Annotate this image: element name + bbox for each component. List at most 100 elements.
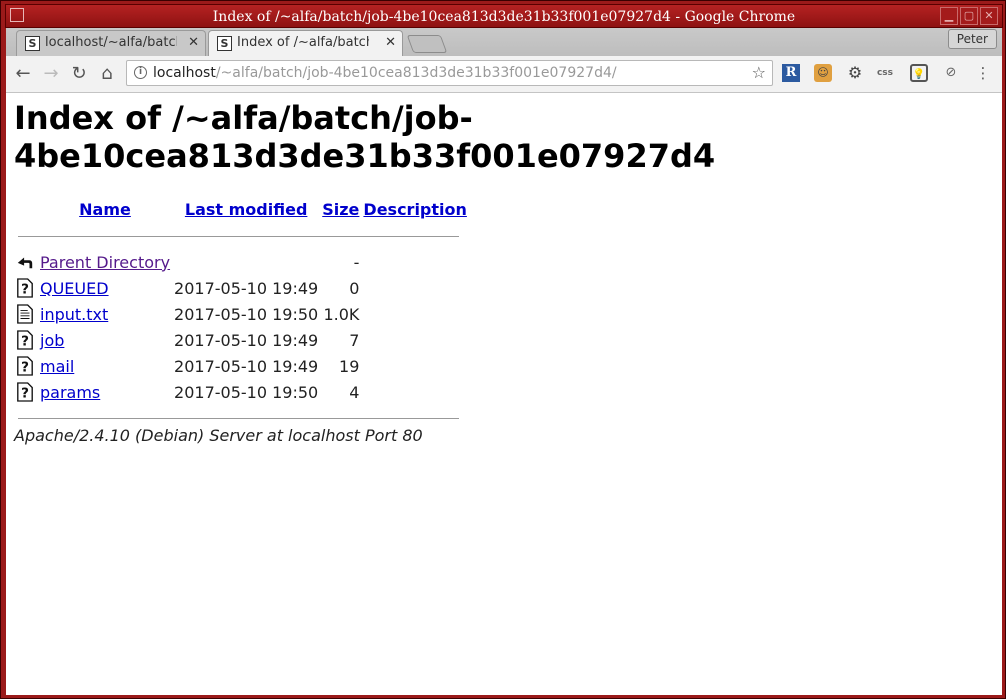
table-row: input.txt 2017-05-10 19:50 1.0K [14, 301, 469, 327]
file-description-cell [361, 301, 468, 327]
file-link[interactable]: params [40, 383, 100, 402]
face-extension-icon[interactable]: ☺ [814, 64, 832, 82]
page-info-icon[interactable]: i [134, 66, 147, 79]
row-icon-cell: ? [14, 275, 38, 301]
address-bar[interactable]: i localhost/~alfa/batch/job-4be10cea813d… [126, 60, 773, 86]
description-header: Description [361, 195, 468, 223]
file-name-cell: params [38, 379, 172, 405]
browser-chrome: S localhost/~alfa/batch ✕ S Index of /~a… [6, 28, 1002, 695]
window-title: Index of /~alfa/batch/job-4be10cea813d3d… [212, 9, 796, 25]
file-size-cell: 4 [349, 382, 360, 402]
file-size-cell: 0 [349, 278, 360, 298]
table-row: ? mail 2017-05-10 19:49 19 [14, 353, 469, 379]
file-size-cell: 19 [339, 356, 360, 376]
file-link[interactable]: mail [40, 357, 74, 376]
forward-arrow-icon[interactable]: → [40, 63, 62, 85]
tab-localhost-batch[interactable]: S localhost/~alfa/batch ✕ [16, 30, 206, 56]
file-size-cell: 1.0K [323, 304, 360, 324]
css-extension-icon[interactable]: css [876, 64, 894, 82]
file-modified-cell: 2017-05-10 19:49 [174, 356, 319, 376]
favicon-icon: S [25, 36, 40, 51]
r-extension-icon[interactable]: R [782, 64, 800, 82]
text-file-icon [17, 304, 33, 324]
minimize-button[interactable]: ▁ [940, 7, 958, 25]
file-description-cell [361, 275, 468, 301]
lightbulb-extension-icon[interactable]: 💡 [910, 64, 928, 82]
menu-kebab-icon[interactable]: ⋮ [974, 64, 992, 82]
file-description-cell [361, 379, 468, 405]
file-modified-cell: 2017-05-10 19:50 [174, 304, 319, 324]
unknown-file-icon: ? [17, 382, 33, 402]
favicon-icon: S [217, 36, 232, 51]
row-icon-cell: ? [14, 353, 38, 379]
file-modified-cell: 2017-05-10 19:50 [174, 382, 319, 402]
reload-icon[interactable]: ↻ [68, 63, 90, 85]
file-name-cell: Parent Directory [38, 249, 172, 275]
file-link[interactable]: QUEUED [40, 279, 109, 298]
url-path: /~alfa/batch/job-4be10cea813d3de31b33f00… [215, 65, 617, 81]
last-modified-header: Last modified [172, 195, 320, 223]
file-name-cell: input.txt [38, 301, 172, 327]
tab-label: Index of /~alfa/batch [237, 35, 369, 50]
icon-header [14, 195, 38, 223]
file-description-cell [361, 327, 468, 353]
file-modified-cell [172, 249, 320, 275]
sort-by-name-link[interactable]: Name [79, 200, 131, 219]
file-name-cell: job [38, 327, 172, 353]
row-icon-cell: ? [14, 327, 38, 353]
tab-strip: S localhost/~alfa/batch ✕ S Index of /~a… [6, 28, 1002, 56]
file-name-cell: mail [38, 353, 172, 379]
window-titlebar[interactable]: Index of /~alfa/batch/job-4be10cea813d3d… [5, 4, 1003, 28]
file-size-cell: 7 [349, 330, 360, 350]
svg-text:?: ? [21, 360, 29, 376]
tab-index-of-batch[interactable]: S Index of /~alfa/batch ✕ [208, 30, 403, 56]
table-row: ? job 2017-05-10 19:49 7 [14, 327, 469, 353]
unknown-file-icon: ? [17, 278, 33, 298]
table-header-row: Name Last modified Size Description [14, 195, 469, 223]
gear-icon[interactable]: ⚙ [846, 64, 864, 82]
table-row: ? QUEUED 2017-05-10 19:49 0 [14, 275, 469, 301]
row-icon-cell [14, 301, 38, 327]
url-host: localhost [153, 65, 216, 81]
svg-text:?: ? [21, 386, 29, 402]
close-tab-icon[interactable]: ✕ [385, 31, 396, 55]
maximize-button[interactable]: ▢ [960, 7, 978, 25]
name-header: Name [38, 195, 172, 223]
file-listing-table: Name Last modified Size Description Pare… [14, 195, 469, 431]
new-tab-button[interactable] [406, 35, 448, 53]
svg-text:?: ? [21, 282, 29, 298]
file-modified-cell: 2017-05-10 19:49 [174, 330, 319, 350]
page-content: Index of /~alfa/batch/job-4be10cea813d3d… [6, 93, 1002, 695]
back-icon [17, 257, 33, 269]
file-link[interactable]: job [40, 331, 64, 350]
unknown-file-icon: ? [17, 356, 33, 376]
bookmark-star-icon[interactable]: ☆ [752, 61, 766, 85]
window-frame: Index of /~alfa/batch/job-4be10cea813d3d… [0, 0, 1006, 699]
eye-slash-extension-icon[interactable]: ⊘ [942, 64, 960, 82]
header-divider [14, 223, 469, 249]
sort-by-description-link[interactable]: Description [363, 200, 466, 219]
tab-label: localhost/~alfa/batch [45, 35, 177, 50]
file-description-cell [361, 249, 468, 275]
back-arrow-icon[interactable]: ← [12, 63, 34, 85]
close-tab-icon[interactable]: ✕ [188, 31, 199, 55]
browser-toolbar: ← → ↻ ⌂ i localhost/~alfa/batch/job-4be1… [6, 56, 1002, 93]
table-row: Parent Directory - [14, 249, 469, 275]
sort-by-size-link[interactable]: Size [322, 200, 359, 219]
sort-by-last-modified-link[interactable]: Last modified [185, 200, 308, 219]
profile-button[interactable]: Peter [947, 29, 997, 49]
file-name-cell: QUEUED [38, 275, 172, 301]
file-link[interactable]: Parent Directory [40, 253, 170, 272]
file-description-cell [361, 353, 468, 379]
file-modified-cell: 2017-05-10 19:49 [174, 278, 319, 298]
svg-text:?: ? [21, 334, 29, 350]
file-size-cell: - [353, 252, 360, 272]
unknown-file-icon: ? [17, 330, 33, 350]
table-row: ? params 2017-05-10 19:50 4 [14, 379, 469, 405]
home-icon[interactable]: ⌂ [96, 63, 118, 85]
window-menu-button[interactable] [10, 8, 24, 22]
file-link[interactable]: input.txt [40, 305, 108, 324]
page-title: Index of /~alfa/batch/job-4be10cea813d3d… [14, 99, 716, 175]
row-icon-cell [14, 249, 38, 275]
close-window-button[interactable]: ✕ [980, 7, 998, 25]
